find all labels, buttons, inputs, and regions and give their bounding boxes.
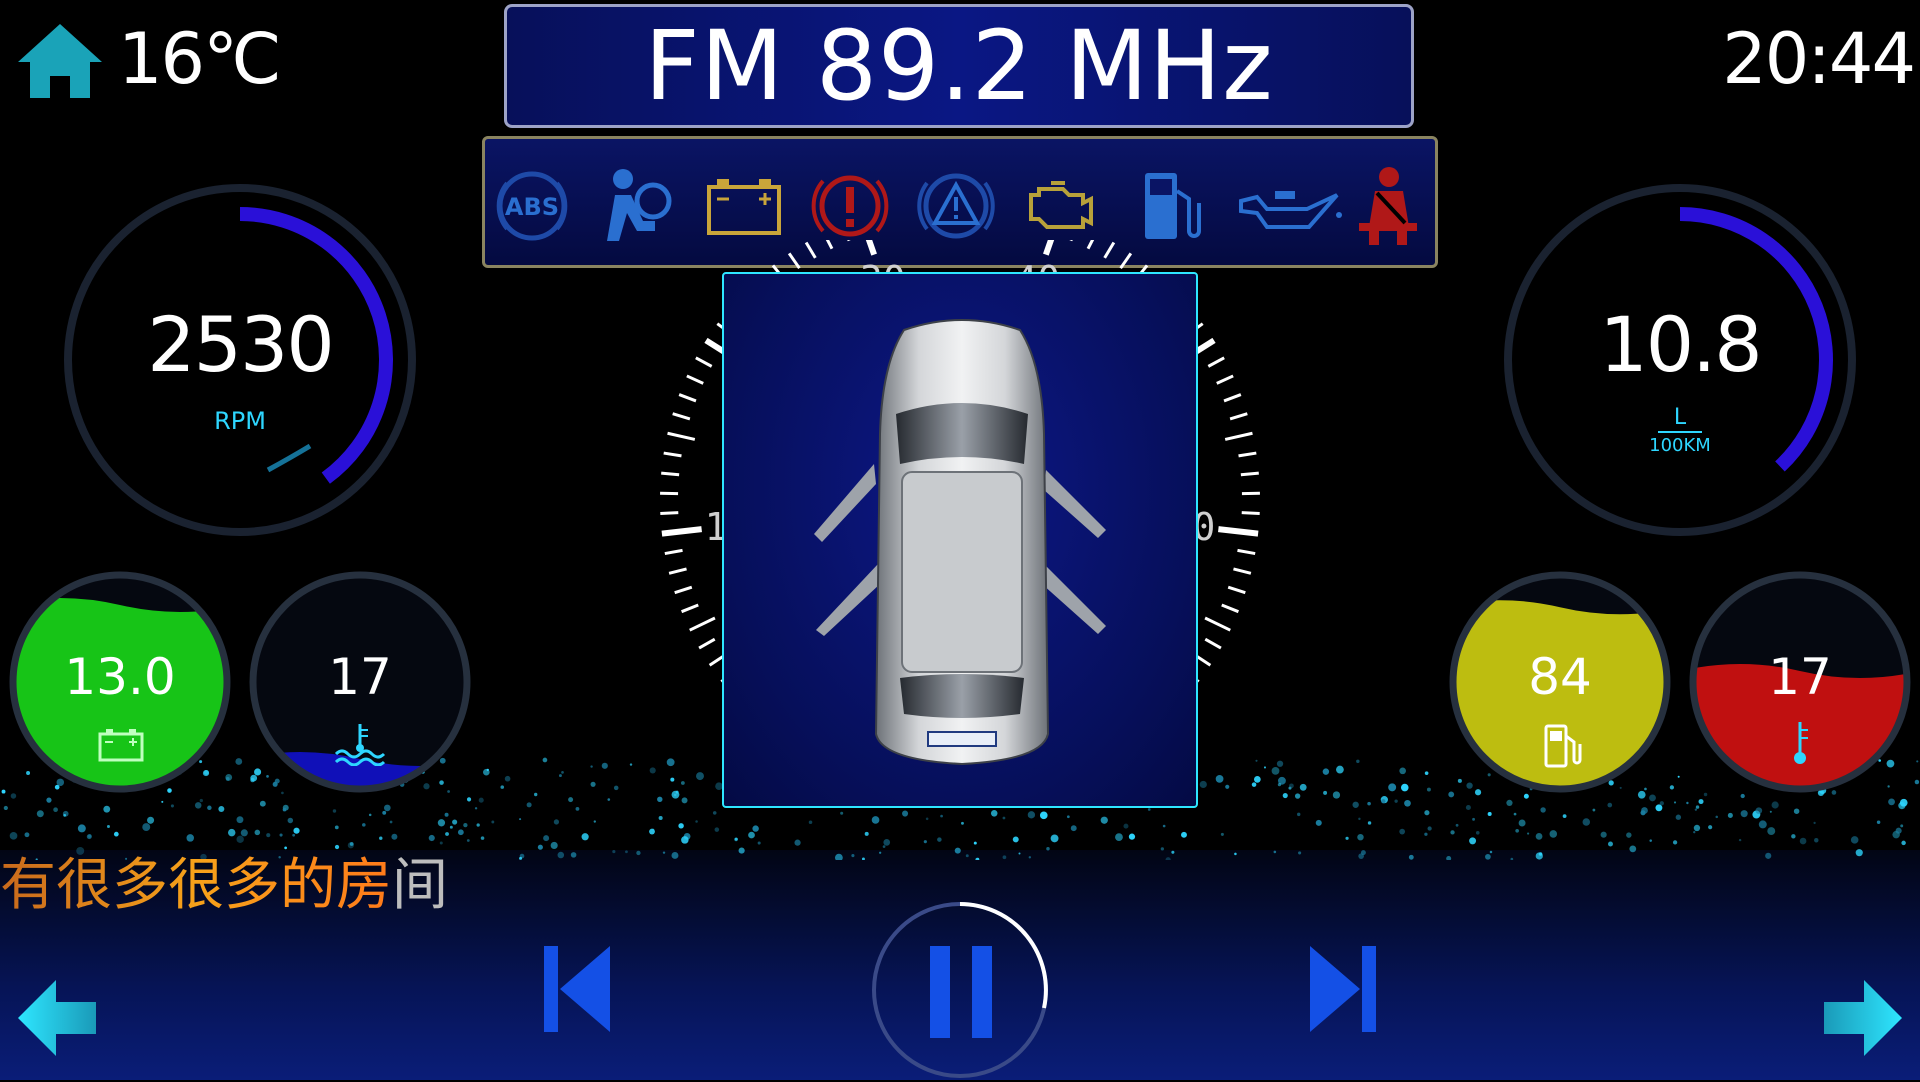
fuel-consumption-value: 10.8: [1498, 300, 1862, 389]
next-track-icon[interactable]: [1310, 946, 1376, 1032]
speed-tick: [682, 605, 699, 612]
speed-tick: [1208, 358, 1224, 367]
coolant-value: 17: [240, 648, 480, 706]
speed-tick: [673, 414, 690, 419]
fuel-consumption-unit-bottom: 100KM: [1498, 435, 1862, 457]
speed-tick: [861, 240, 874, 255]
battery-icon: [703, 165, 785, 247]
speed-tick: [668, 433, 695, 439]
front-right-door: [1044, 470, 1106, 538]
speed-tick: [699, 639, 715, 648]
speed-tick: [1071, 240, 1078, 241]
speed-tick: [824, 240, 832, 249]
speed-tick: [1230, 414, 1247, 419]
speed-tick: [1225, 433, 1252, 439]
speed-tick: [1121, 253, 1131, 268]
radio-frequency-display[interactable]: FM 89.2 MHz: [504, 4, 1414, 128]
outside-temperature: 16℃: [118, 14, 280, 104]
speed-tick: [1088, 240, 1096, 249]
speed-tick: [1205, 639, 1221, 648]
speed-tick: [1205, 618, 1230, 630]
rear-left-door: [816, 564, 880, 636]
speed-tick: [687, 376, 703, 383]
lyrics-line: 有很多很多的房间: [0, 840, 448, 921]
speed-tick: [789, 253, 799, 268]
speed-tick: [1237, 550, 1255, 553]
speed-tick: [660, 513, 678, 514]
coolant-temp-icon: [332, 722, 388, 766]
rear-right-door: [1042, 564, 1106, 634]
speed-tick: [1242, 513, 1260, 514]
speed-tick: [1046, 240, 1059, 255]
speed-tick: [696, 358, 712, 367]
previous-track-icon[interactable]: [544, 946, 610, 1032]
speed-tick: [661, 473, 679, 475]
abs-icon: ABS: [491, 165, 573, 247]
radio-frequency-text: FM 89.2 MHz: [644, 10, 1273, 122]
thermometer-icon: [1786, 720, 1814, 766]
battery-icon: [98, 728, 144, 762]
hazard-icon: [915, 165, 997, 247]
speed-tick: [1241, 473, 1259, 475]
speed-tick: [1233, 569, 1250, 573]
fuel-pump-icon: [1542, 722, 1582, 768]
speed-tick: [806, 242, 815, 257]
pause-icon: [930, 946, 950, 1038]
speed-tick: [1217, 376, 1233, 383]
fuel-level-value: 84: [1440, 648, 1680, 706]
clock: 20:44: [1722, 14, 1914, 104]
car-door-status-panel: [722, 272, 1198, 808]
forward-arrow-icon[interactable]: [1822, 980, 1902, 1056]
back-arrow-icon[interactable]: [18, 980, 98, 1056]
speed-tick: [1228, 587, 1245, 593]
lyrics-sung-part: 有很多很多的房: [0, 853, 392, 918]
rpm-unit: RPM: [58, 407, 422, 435]
speed-tick: [1105, 242, 1114, 257]
speed-tick: [1222, 605, 1239, 612]
speed-tick: [1218, 529, 1258, 533]
oil-temp-value: 17: [1680, 648, 1920, 706]
speed-tick: [664, 453, 682, 456]
speed-tick: [1224, 395, 1241, 401]
speed-tick: [662, 529, 702, 533]
speed-tick: [842, 240, 849, 241]
speed-tick: [675, 587, 692, 593]
speed-tick: [665, 550, 683, 553]
speed-tick: [690, 618, 715, 630]
home-icon[interactable]: [18, 22, 102, 98]
fuel-consumption-unit-top: L: [1498, 407, 1862, 429]
oil-icon: [1233, 165, 1343, 247]
airbag-icon: [597, 165, 679, 247]
pause-button[interactable]: [868, 898, 1052, 1082]
lyrics-remaining-part: 间: [392, 853, 448, 918]
seatbelt-icon: [1347, 165, 1429, 247]
rpm-value: 2530: [58, 300, 422, 389]
svg-text:ABS: ABS: [505, 193, 559, 221]
engine-icon: [1021, 165, 1103, 247]
voltage-value: 13.0: [0, 648, 240, 706]
front-left-door: [814, 464, 876, 542]
fuel-pump-icon: [1127, 165, 1209, 247]
car-top-view: [724, 274, 1200, 810]
speed-tick: [679, 395, 696, 401]
speed-tick: [1239, 453, 1257, 456]
speed-tick: [669, 569, 686, 573]
brake-warning-icon: [809, 165, 891, 247]
